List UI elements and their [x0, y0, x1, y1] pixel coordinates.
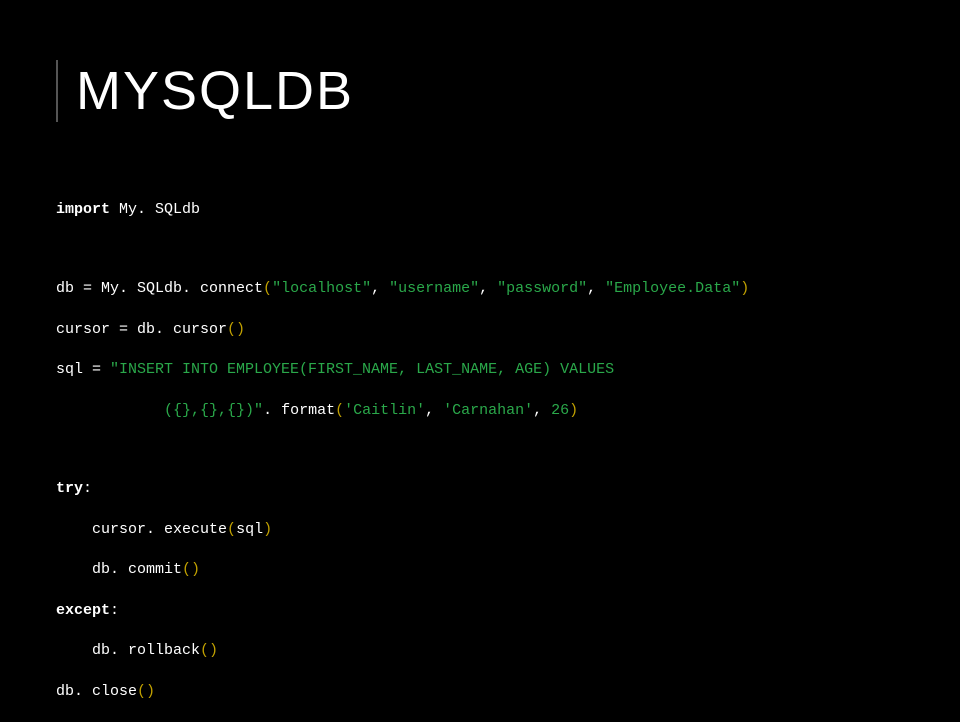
- paren: (: [335, 402, 344, 419]
- blank-line: [56, 241, 749, 259]
- paren: ): [740, 280, 749, 297]
- code-line: import My. SQLdb: [56, 200, 749, 220]
- code-line: except:: [56, 601, 749, 621]
- string: "username": [389, 280, 479, 297]
- paren: (: [263, 280, 272, 297]
- comma: ,: [533, 402, 551, 419]
- colon: :: [110, 602, 119, 619]
- paren: ): [569, 402, 578, 419]
- indent: [56, 561, 92, 578]
- code-text: db. commit: [92, 561, 182, 578]
- comma: ,: [587, 280, 605, 297]
- code-text: My. SQLdb: [110, 201, 200, 218]
- string: "localhost": [272, 280, 371, 297]
- code-line: cursor. execute(sql): [56, 520, 749, 540]
- string: ({},{},{})": [164, 402, 263, 419]
- title-container: MYSQLDB: [56, 60, 354, 122]
- paren: (): [200, 642, 218, 659]
- string: "password": [497, 280, 587, 297]
- indent: [56, 402, 164, 419]
- comma: ,: [479, 280, 497, 297]
- code-line: db. rollback(): [56, 641, 749, 661]
- code-line: db. close(): [56, 682, 749, 702]
- code-line: sql = "INSERT INTO EMPLOYEE(FIRST_NAME, …: [56, 360, 749, 380]
- indent: [56, 521, 92, 538]
- code-text: cursor = db. cursor: [56, 321, 227, 338]
- code-text: sql =: [56, 361, 110, 378]
- code-line: try:: [56, 479, 749, 499]
- paren: (: [227, 521, 236, 538]
- keyword-except: except: [56, 602, 110, 619]
- code-line: ({},{},{})". format('Caitlin', 'Carnahan…: [56, 401, 749, 421]
- string: 'Caitlin': [344, 402, 425, 419]
- number: 26: [551, 402, 569, 419]
- var: sql: [236, 521, 263, 538]
- paren: (): [227, 321, 245, 338]
- code-text: db. rollback: [92, 642, 200, 659]
- paren: ): [263, 521, 272, 538]
- blank-line: [56, 441, 749, 459]
- keyword-try: try: [56, 480, 83, 497]
- comma: ,: [425, 402, 443, 419]
- code-line: cursor = db. cursor(): [56, 320, 749, 340]
- code-text: db = My. SQLdb. connect: [56, 280, 263, 297]
- code-text: . format: [263, 402, 335, 419]
- code-text: db. close: [56, 683, 137, 700]
- string: 'Carnahan': [443, 402, 533, 419]
- slide-title: MYSQLDB: [76, 60, 354, 122]
- keyword-import: import: [56, 201, 110, 218]
- code-block: import My. SQLdb db = My. SQLdb. connect…: [56, 180, 749, 722]
- string: "Employee.Data": [605, 280, 740, 297]
- colon: :: [83, 480, 92, 497]
- indent: [56, 642, 92, 659]
- code-line: db = My. SQLdb. connect("localhost", "us…: [56, 279, 749, 299]
- code-line: db. commit(): [56, 560, 749, 580]
- code-text: cursor. execute: [92, 521, 227, 538]
- paren: (): [137, 683, 155, 700]
- comma: ,: [371, 280, 389, 297]
- string: "INSERT INTO EMPLOYEE(FIRST_NAME, LAST_N…: [110, 361, 614, 378]
- paren: (): [182, 561, 200, 578]
